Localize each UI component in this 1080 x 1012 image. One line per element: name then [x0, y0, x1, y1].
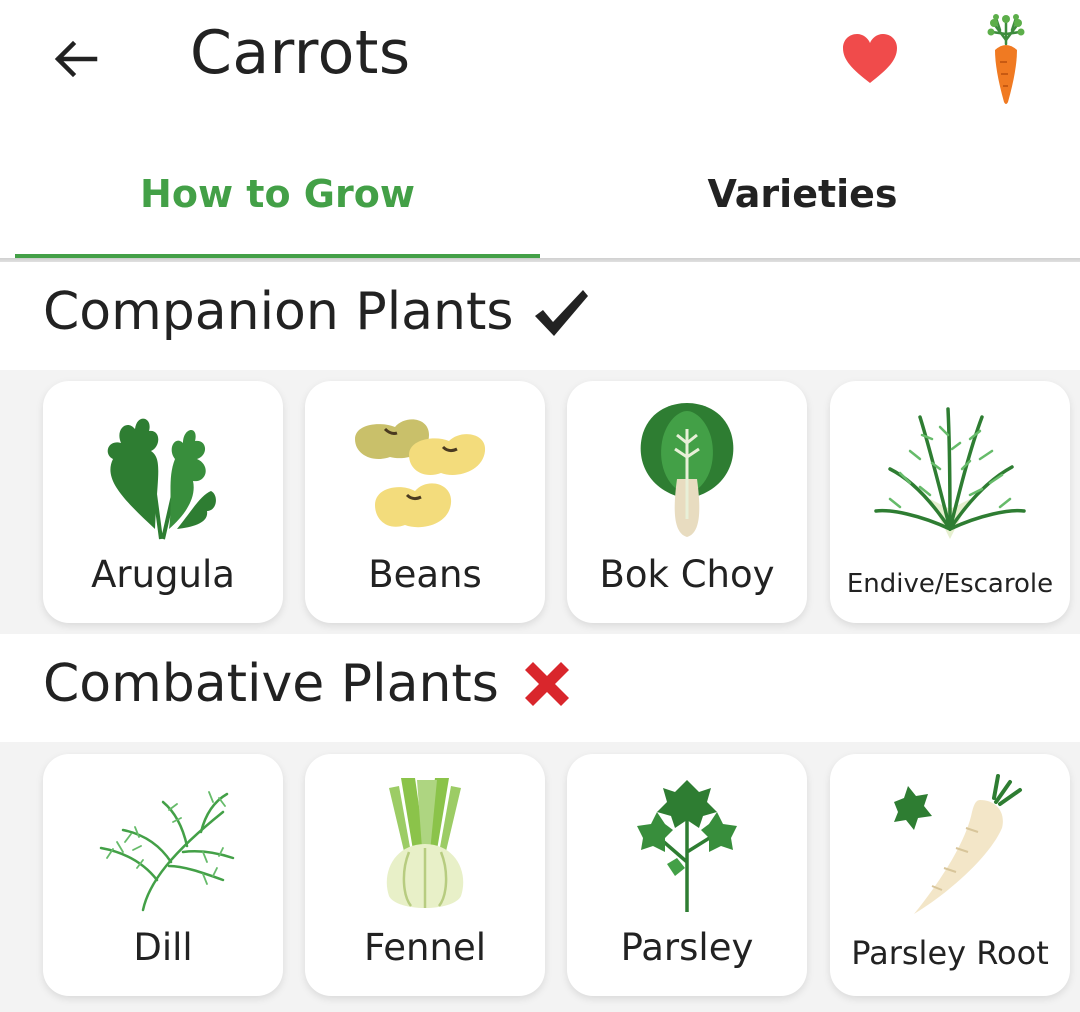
carrot-icon	[987, 14, 1025, 104]
parsley-icon	[637, 780, 737, 912]
page-title: Carrots	[190, 18, 411, 88]
fennel-icon	[386, 778, 464, 908]
dill-icon	[99, 791, 235, 912]
parsley-root-icon	[894, 774, 1022, 914]
back-button[interactable]	[40, 24, 110, 94]
plant-name: Arugula	[91, 553, 235, 596]
tab-bar: How to Grow Varieties	[0, 130, 1080, 260]
plant-name: Beans	[368, 553, 482, 596]
check-mark-icon	[535, 290, 589, 336]
combative-title: Combative Plants	[43, 654, 577, 714]
combative-title-text: Combative Plants	[43, 654, 499, 714]
tab-varieties[interactable]: Varieties	[540, 130, 1065, 258]
plant-name: Parsley Root	[851, 934, 1049, 972]
favorite-button[interactable]	[832, 24, 908, 94]
plant-name: Dill	[133, 926, 193, 969]
plant-card-beans[interactable]: Beans	[305, 381, 545, 623]
companion-title-text: Companion Plants	[43, 282, 514, 342]
tab-how-to-grow[interactable]: How to Grow	[15, 130, 540, 258]
plant-card-fennel[interactable]: Fennel	[305, 754, 545, 996]
app-bar: Carrots	[0, 0, 1080, 115]
companion-title: Companion Plants	[43, 282, 591, 342]
bok-choy-icon	[640, 403, 734, 537]
plant-name: Parsley	[620, 926, 754, 969]
plant-card-parsley-root[interactable]: Parsley Root	[830, 754, 1070, 996]
plant-name: Endive/Escarole	[846, 569, 1054, 599]
plant-card-bok-choy[interactable]: Bok Choy	[567, 381, 807, 623]
arugula-icon	[107, 418, 216, 540]
plant-card-endive[interactable]: Endive/Escarole	[830, 381, 1070, 623]
plant-name: Bok Choy	[599, 553, 775, 596]
endive-icon	[874, 407, 1026, 539]
arrow-back-icon	[54, 40, 98, 78]
plant-card-parsley[interactable]: Parsley	[567, 754, 807, 996]
cross-mark-icon	[524, 662, 569, 706]
plant-name: Fennel	[364, 926, 486, 969]
beans-icon	[355, 419, 486, 528]
plant-card-dill[interactable]: Dill	[43, 754, 283, 996]
plant-card-arugula[interactable]: Arugula	[43, 381, 283, 623]
heart-icon	[843, 34, 897, 83]
